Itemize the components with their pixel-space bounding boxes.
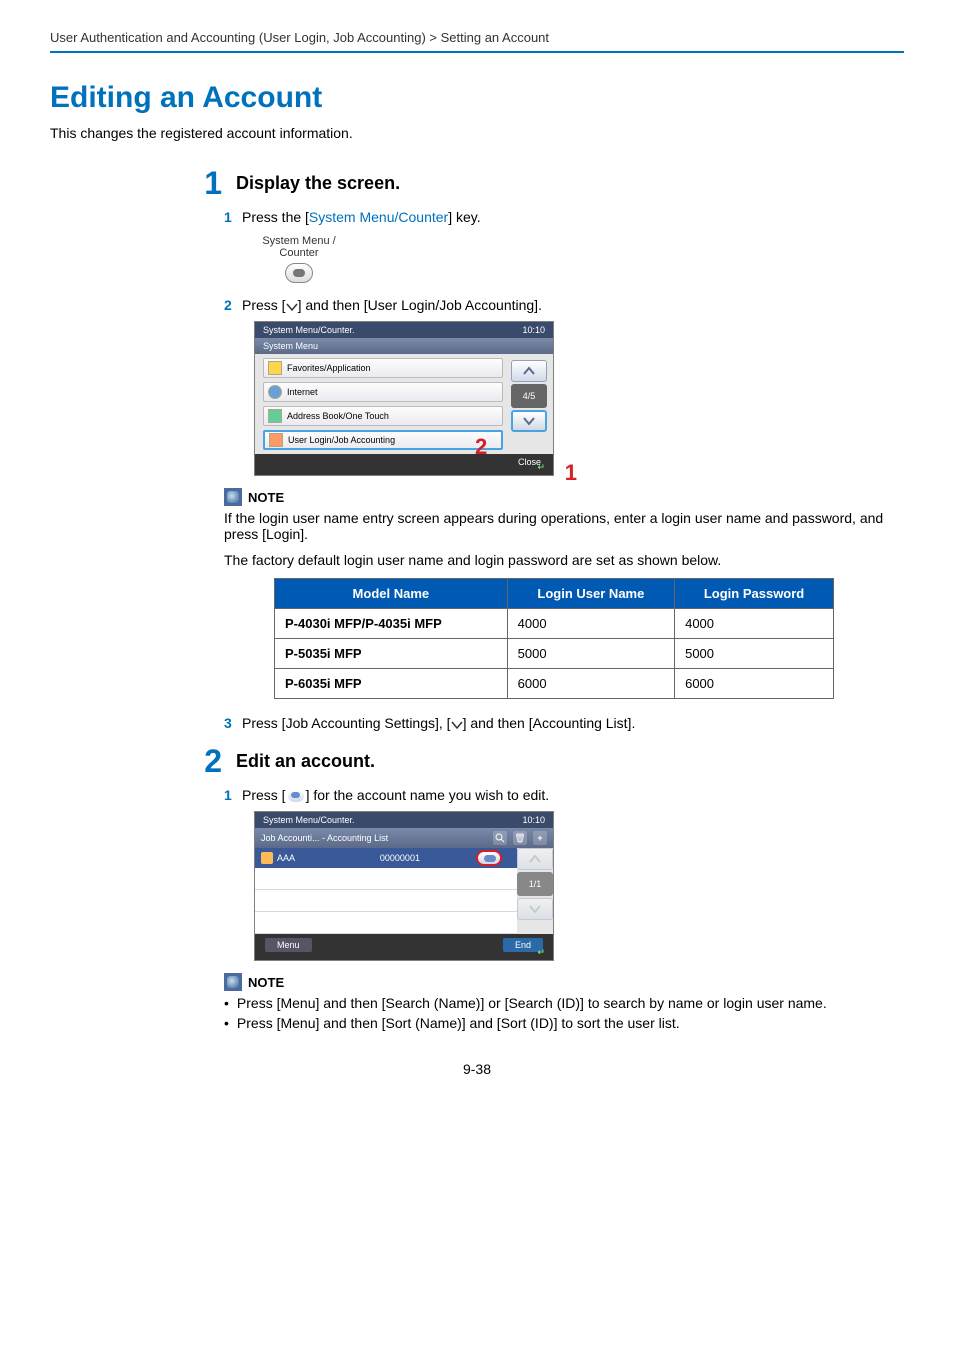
callout-1: 1 <box>565 460 577 486</box>
edit-account-button[interactable] <box>476 850 502 866</box>
nav-down-button <box>517 898 553 920</box>
note-icon <box>224 488 242 506</box>
list-item <box>255 890 517 912</box>
step-2-number: 2 <box>180 745 222 777</box>
chevron-down-icon <box>286 302 298 312</box>
table-row: P-4030i MFP/P-4035i MFP 4000 4000 <box>275 609 834 639</box>
note-label: NOTE <box>248 490 284 505</box>
substep-1-text: Press the [System Menu/Counter] key. <box>242 209 481 225</box>
substep-3-num: 3 <box>224 715 242 731</box>
nav-up-button[interactable] <box>511 360 547 382</box>
screen-title: System Menu/Counter. <box>263 325 355 335</box>
search-icon[interactable] <box>493 831 507 845</box>
th-user: Login User Name <box>507 579 674 609</box>
menu-favorites[interactable]: Favorites/Application <box>263 358 503 378</box>
screen2-breadcrumb: Job Accounti... - Accounting List <box>261 833 487 843</box>
system-menu-screenshot: System Menu/Counter. 10:10 System Menu F… <box>254 321 554 476</box>
enter-icon: ↵ <box>537 947 545 958</box>
substep-2-1-text: Press [] for the account name you wish t… <box>242 787 549 803</box>
substep-3-text: Press [Job Accounting Settings], [] and … <box>242 715 635 731</box>
address-book-icon <box>268 409 282 423</box>
substep-2-text: Press [] and then [User Login/Job Accoun… <box>242 297 542 313</box>
edit-icon <box>288 790 304 802</box>
nav-down-button[interactable] <box>511 410 547 432</box>
hardware-key-icon <box>285 263 313 283</box>
substep-2-num: 2 <box>224 297 242 313</box>
breadcrumb: User Authentication and Accounting (User… <box>50 30 904 45</box>
system-menu-key-graphic: System Menu / Counter <box>254 235 344 283</box>
screen2-time: 10:10 <box>522 815 545 825</box>
enter-icon: ↵ <box>537 462 545 473</box>
step-2-title: Edit an account. <box>236 745 375 772</box>
accounting-list-screenshot: System Menu/Counter. 10:10 Job Accounti.… <box>254 811 554 961</box>
credentials-table: Model Name Login User Name Login Passwor… <box>274 578 834 699</box>
note-text-2: The factory default login user name and … <box>224 552 904 568</box>
table-row: P-5035i MFP 5000 5000 <box>275 639 834 669</box>
group-icon <box>261 852 273 864</box>
note-bullet-1: Press [Menu] and then [Search (Name)] or… <box>224 995 904 1011</box>
step-1-title: Display the screen. <box>236 167 400 194</box>
table-row: P-6035i MFP 6000 6000 <box>275 669 834 699</box>
user-login-icon <box>269 433 283 447</box>
trash-icon[interactable]: 🗑 <box>513 831 527 845</box>
intro-text: This changes the registered account info… <box>50 125 904 141</box>
note-text-1: If the login user name entry screen appe… <box>224 510 904 542</box>
note-icon <box>224 973 242 991</box>
add-icon[interactable]: + <box>533 831 547 845</box>
substep-2-1-num: 1 <box>224 787 242 803</box>
list-item <box>255 868 517 890</box>
system-menu-link[interactable]: System Menu/Counter <box>309 209 448 225</box>
list-header-row: AAA 00000001 <box>255 848 517 868</box>
page-number: 9-38 <box>50 1061 904 1077</box>
screen-breadcrumb: System Menu <box>255 338 553 354</box>
menu-button[interactable]: Menu <box>265 938 312 952</box>
substep-1-num: 1 <box>224 209 242 225</box>
chevron-down-icon <box>451 720 463 730</box>
divider <box>50 51 904 53</box>
th-model: Model Name <box>275 579 508 609</box>
list-item <box>255 912 517 934</box>
nav-page-indicator: 4/5 <box>511 384 547 408</box>
menu-internet[interactable]: Internet <box>263 382 503 402</box>
nav-page-indicator: 1/1 <box>517 872 553 896</box>
favorites-icon <box>268 361 282 375</box>
menu-user-login[interactable]: User Login/Job Accounting <box>263 430 503 450</box>
menu-address-book[interactable]: Address Book/One Touch <box>263 406 503 426</box>
nav-up-button <box>517 848 553 870</box>
note-label: NOTE <box>248 975 284 990</box>
note-bullet-2: Press [Menu] and then [Sort (Name)] and … <box>224 1015 904 1031</box>
screen2-title: System Menu/Counter. <box>263 815 355 825</box>
page-title: Editing an Account <box>50 81 904 115</box>
step-1-number: 1 <box>180 167 222 199</box>
screen-time: 10:10 <box>522 325 545 335</box>
th-pass: Login Password <box>675 579 834 609</box>
internet-icon <box>268 385 282 399</box>
